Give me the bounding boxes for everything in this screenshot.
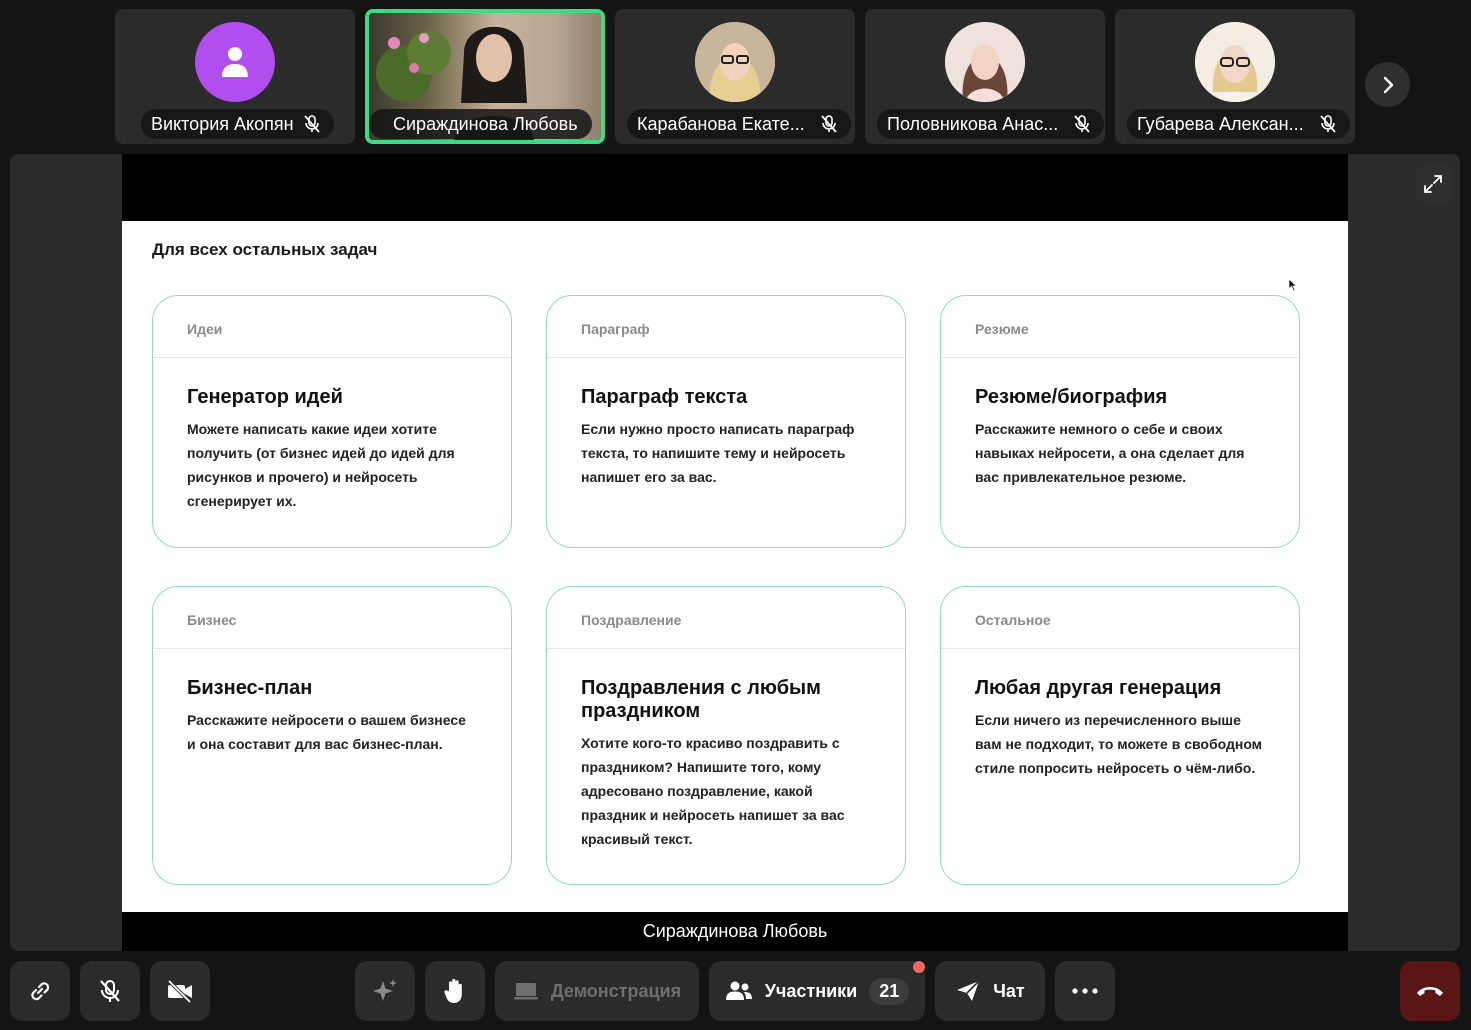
participant-name-pill: Половникова Анас...: [877, 109, 1105, 139]
expand-icon: [1424, 175, 1442, 193]
task-card: Резюме Резюме/биография Расскажите немно…: [940, 295, 1300, 548]
participant-tile[interactable]: Половникова Анас...: [865, 9, 1105, 144]
fullscreen-button[interactable]: [1415, 166, 1451, 202]
sparkle-icon: [373, 979, 397, 1001]
participant-name: Сираждинова Любовь: [393, 113, 578, 134]
next-participants-button[interactable]: [1365, 62, 1410, 107]
chat-label: Чат: [993, 980, 1025, 1001]
copy-link-button[interactable]: [10, 961, 70, 1021]
card-category: Идеи: [153, 296, 511, 358]
participants-label: Участники: [764, 980, 858, 1001]
mic-off-icon: [302, 114, 322, 134]
hang-up-icon: [1417, 987, 1443, 996]
participant-tile[interactable]: Губарева Алексан...: [1115, 9, 1355, 144]
chat-button[interactable]: Чат: [935, 961, 1045, 1021]
ai-assistant-button[interactable]: [355, 961, 415, 1021]
participants-count-badge: 21: [869, 977, 910, 1005]
send-icon: [957, 980, 980, 1001]
camera-toggle-button[interactable]: [150, 961, 210, 1021]
mic-off-icon: [819, 114, 839, 134]
presentation-slide: Для всех остальных задач Идеи Генератор …: [122, 221, 1348, 912]
card-description: Хотите кого-то красиво поздравить с праз…: [581, 735, 845, 847]
card-category: Поздравление: [547, 587, 905, 649]
card-title: Резюме/биография: [975, 386, 1168, 408]
card-category: Резюме: [941, 296, 1299, 358]
task-card: Поздравление Поздравления с любым праздн…: [546, 586, 906, 885]
mouse-cursor-icon: [1288, 278, 1298, 292]
card-title: Любая другая генерация: [975, 677, 1222, 699]
participant-name: Виктория Акопян: [151, 113, 294, 134]
task-card: Параграф Параграф текста Если нужно прос…: [546, 295, 906, 548]
screen-icon: [513, 983, 538, 1000]
task-card: Остальное Любая другая генерация Если ни…: [940, 586, 1300, 885]
presenter-caption: Сираждинова Любовь: [642, 921, 828, 941]
card-title: Генератор идей: [187, 386, 343, 408]
participant-photo: [945, 22, 1025, 102]
card-title: Бизнес-план: [187, 677, 313, 699]
more-options-button[interactable]: [1055, 961, 1115, 1021]
task-card: Бизнес Бизнес-план Расскажите нейросети …: [152, 586, 512, 885]
more-dots-icon: [1072, 988, 1098, 994]
mic-off-icon: [1072, 114, 1092, 134]
chevron-right-icon: [1383, 76, 1393, 93]
camera-off-icon: [167, 979, 192, 1004]
end-call-button[interactable]: [1400, 961, 1460, 1021]
card-category: Параграф: [547, 296, 905, 358]
mic-off-icon: [100, 980, 120, 1002]
participants-button[interactable]: Участники 21: [709, 961, 925, 1021]
participant-tile-active-speaker[interactable]: Сираждинова Любовь: [365, 9, 605, 144]
participant-name: Карабанова Екате...: [637, 113, 805, 134]
microphone-toggle-button[interactable]: [80, 961, 140, 1021]
participant-name-pill: Виктория Акопян: [141, 109, 334, 139]
notification-dot: [913, 961, 925, 973]
card-title: Поздравления с любым праздником: [581, 677, 821, 722]
participant-tile[interactable]: Карабанова Екате...: [615, 9, 855, 144]
card-title: Параграф текста: [581, 386, 748, 408]
card-description: Если ничего из перечисленного выше вам н…: [975, 712, 1263, 776]
raise-hand-button[interactable]: [425, 961, 485, 1021]
participant-photo: [695, 22, 775, 102]
screen-share-stage: Для всех остальных задач Идеи Генератор …: [10, 154, 1460, 951]
link-icon: [31, 982, 50, 1001]
card-description: Расскажите немного о себе и своих навыка…: [975, 421, 1245, 485]
card-category: Остальное: [941, 587, 1299, 649]
user-avatar-icon: [195, 22, 275, 102]
screen-share-label: Демонстрация: [550, 980, 682, 1001]
participant-name: Половникова Анас...: [887, 113, 1059, 134]
card-description: Можете написать какие идеи хотите получи…: [187, 421, 455, 509]
participant-name: Губарева Алексан...: [1137, 113, 1304, 134]
participant-photo: [1195, 22, 1275, 102]
participant-name-pill: Сираждинова Любовь: [369, 109, 592, 139]
hand-icon: [444, 978, 462, 1003]
participant-name-pill: Губарева Алексан...: [1127, 109, 1350, 139]
participant-tile[interactable]: Виктория Акопян: [115, 9, 355, 144]
card-description: Если нужно просто написать параграф текс…: [581, 421, 855, 485]
card-description: Расскажите нейросети о вашем бизнесе и о…: [187, 712, 466, 752]
participant-name-pill: Карабанова Екате...: [627, 109, 851, 139]
mic-off-icon: [1318, 114, 1338, 134]
people-icon: [725, 981, 752, 1000]
screen-share-button[interactable]: Демонстрация: [495, 961, 699, 1021]
slide-title: Для всех остальных задач: [152, 240, 378, 259]
shared-screen: Для всех остальных задач Идеи Генератор …: [122, 154, 1348, 951]
card-category: Бизнес: [153, 587, 511, 649]
task-card: Идеи Генератор идей Можете написать каки…: [152, 295, 512, 548]
